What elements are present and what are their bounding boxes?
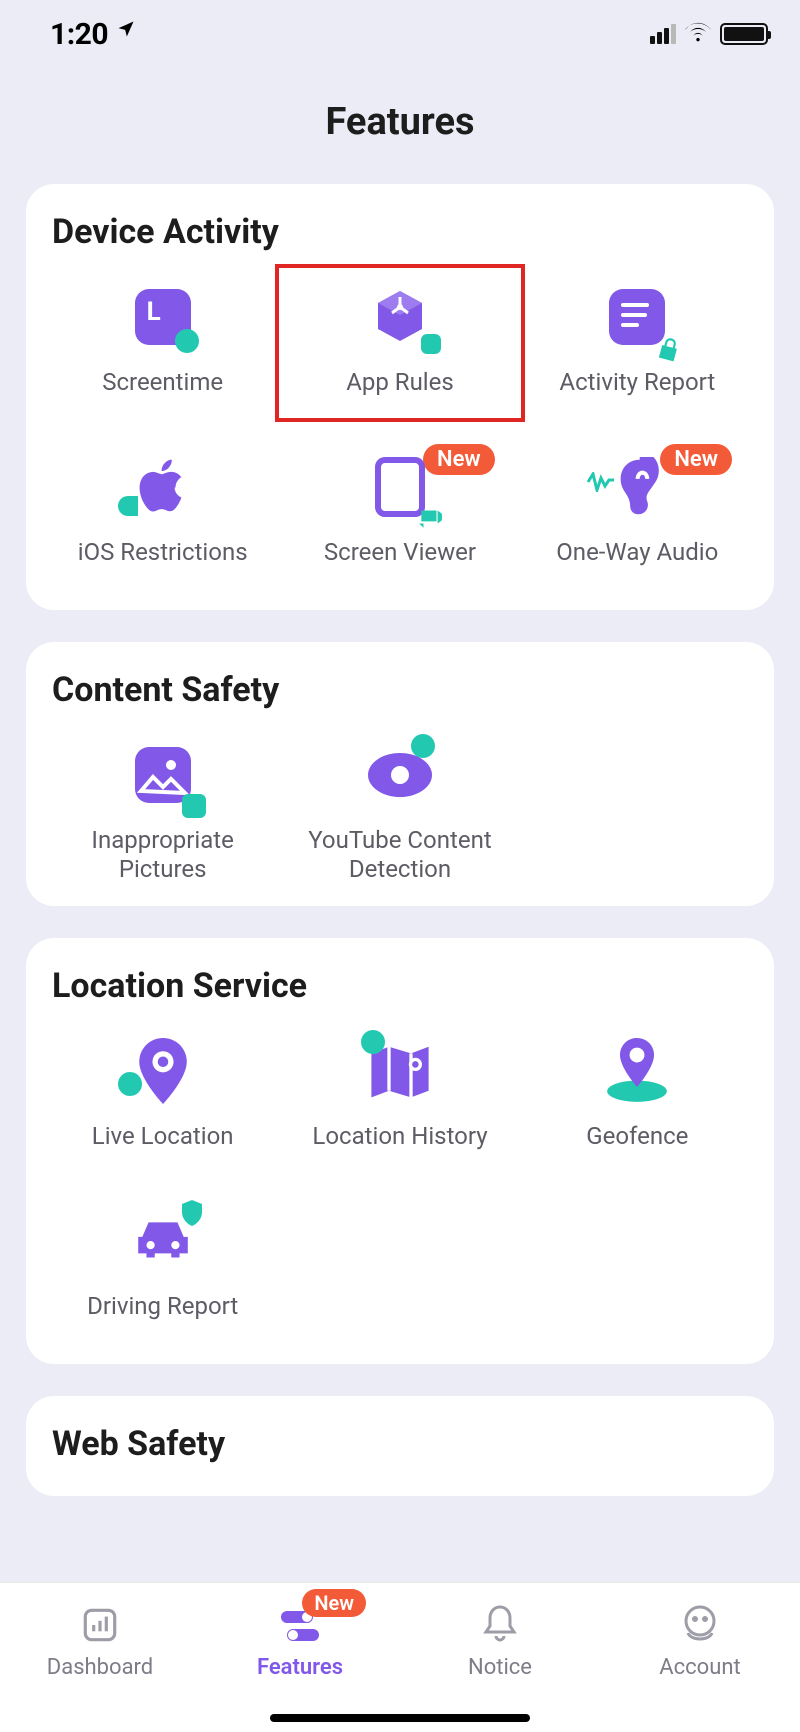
section-title: Device Activity (52, 212, 756, 252)
section-content-safety: Content Safety Inappropriate Pictures Yo… (26, 642, 774, 906)
status-time: 1:20 (50, 17, 108, 52)
new-badge: New (302, 1589, 366, 1617)
geofence-icon (602, 1036, 672, 1106)
section-title: Content Safety (52, 670, 756, 710)
location-arrow-icon (116, 19, 136, 45)
tab-label: Features (257, 1655, 343, 1680)
feature-ios-restrictions[interactable]: iOS Restrictions (44, 438, 281, 588)
section-location-service: Location Service Live Location Location … (26, 938, 774, 1364)
account-icon (676, 1603, 724, 1647)
tab-label: Dashboard (47, 1655, 153, 1680)
location-pin-icon (128, 1036, 198, 1106)
feature-screen-viewer[interactable]: New Screen Viewer (281, 438, 518, 588)
car-icon (128, 1206, 198, 1276)
feature-live-location[interactable]: Live Location (44, 1022, 281, 1172)
home-indicator[interactable] (270, 1714, 530, 1722)
feature-inappropriate-pictures[interactable]: Inappropriate Pictures (44, 726, 281, 884)
section-device-activity: Device Activity L Screentime App Rules (26, 184, 774, 610)
feature-label: Live Location (92, 1122, 234, 1151)
activity-report-icon (602, 282, 672, 352)
apple-icon (128, 452, 198, 522)
feature-youtube-detection[interactable]: YouTube Content Detection (281, 726, 518, 884)
tab-label: Account (659, 1655, 740, 1680)
feature-activity-report[interactable]: Activity Report (519, 268, 756, 418)
feature-label: Screentime (102, 368, 223, 397)
screen-viewer-icon (365, 452, 435, 522)
feature-label: YouTube Content Detection (300, 826, 500, 884)
section-web-safety: Web Safety (26, 1396, 774, 1496)
tab-dashboard[interactable]: Dashboard (0, 1603, 200, 1680)
tab-label: Notice (468, 1655, 532, 1680)
section-title: Web Safety (52, 1424, 756, 1464)
feature-label: iOS Restrictions (78, 538, 248, 567)
wifi-icon (684, 21, 712, 47)
tab-features[interactable]: New Features (200, 1603, 400, 1680)
ear-icon (602, 452, 672, 522)
tab-bar: Dashboard New Features Notice Account (0, 1582, 800, 1732)
feature-driving-report[interactable]: Driving Report (44, 1192, 281, 1342)
eye-icon (365, 740, 435, 810)
tab-notice[interactable]: Notice (400, 1603, 600, 1680)
feature-screentime[interactable]: L Screentime (44, 268, 281, 418)
status-left: 1:20 (50, 17, 136, 52)
feature-one-way-audio[interactable]: New One-Way Audio (519, 438, 756, 588)
screentime-icon: L (128, 282, 198, 352)
status-bar: 1:20 (0, 0, 800, 60)
section-title: Location Service (52, 966, 756, 1006)
feature-label: Geofence (586, 1122, 688, 1151)
dashboard-icon (76, 1603, 124, 1647)
feature-label: One-Way Audio (556, 538, 718, 567)
app-rules-icon (365, 282, 435, 352)
feature-app-rules[interactable]: App Rules (281, 268, 518, 418)
feature-label: Inappropriate Pictures (63, 826, 263, 884)
feature-label: Driving Report (87, 1292, 238, 1321)
bell-icon (476, 1603, 524, 1647)
feature-label: Screen Viewer (324, 538, 476, 567)
feature-geofence[interactable]: Geofence (519, 1022, 756, 1172)
status-right (650, 21, 768, 47)
feature-location-history[interactable]: Location History (281, 1022, 518, 1172)
feature-label: Activity Report (559, 368, 715, 397)
tab-account[interactable]: Account (600, 1603, 800, 1680)
map-icon (365, 1036, 435, 1106)
cellular-signal-icon (650, 24, 676, 44)
picture-icon (128, 740, 198, 810)
battery-icon (720, 23, 768, 45)
page-title: Features (0, 100, 800, 144)
feature-label: Location History (312, 1122, 487, 1151)
